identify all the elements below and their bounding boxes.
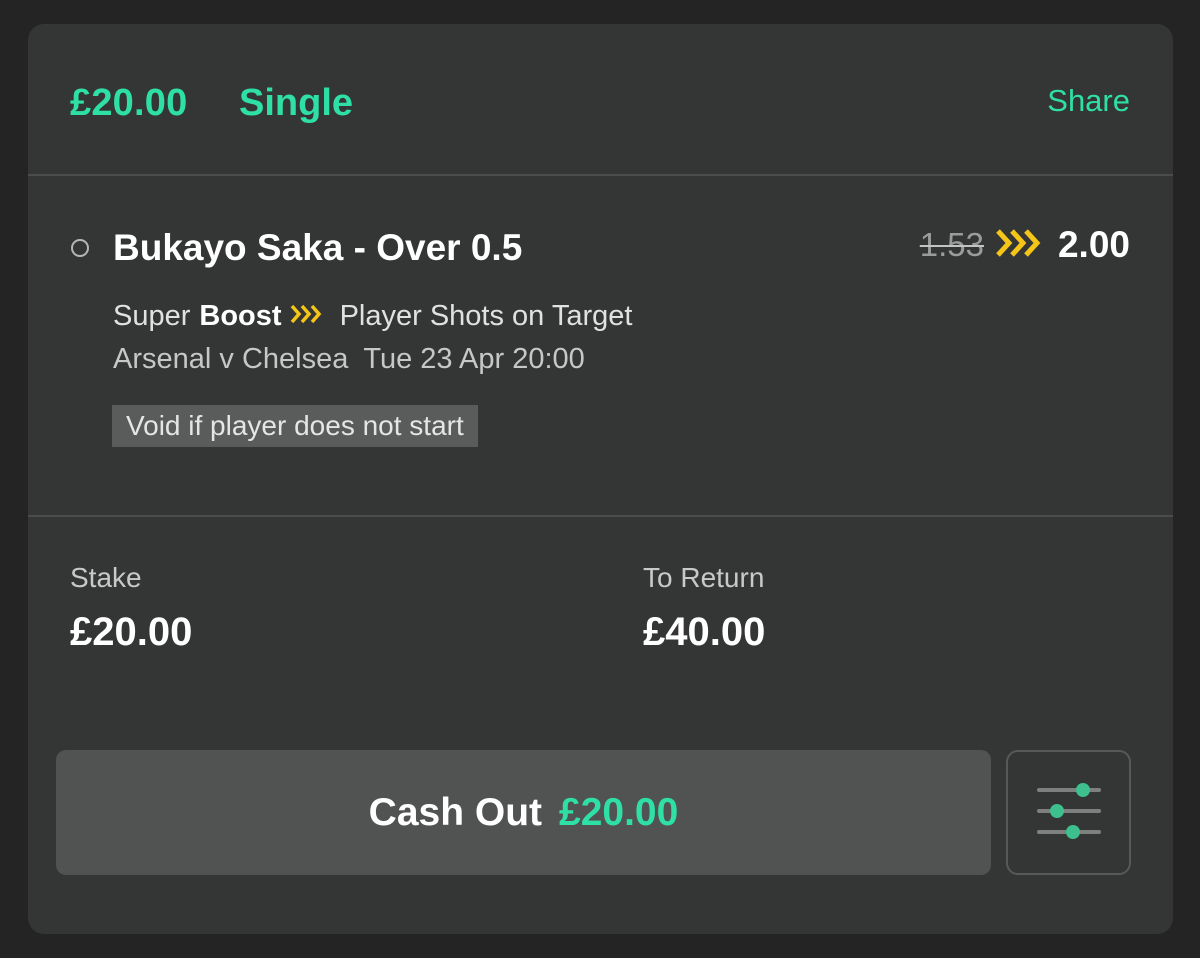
- cash-out-label: Cash Out: [368, 790, 543, 834]
- event-line: Arsenal v Chelsea Tue 23 Apr 20:00: [113, 343, 585, 376]
- selection-divider: [28, 515, 1173, 517]
- bet-card: £20.00 Single Share Bukayo Saka - Over 0…: [28, 24, 1173, 934]
- boost-label: Boost: [199, 300, 282, 332]
- boost-arrows-icon: [996, 228, 1042, 263]
- share-link[interactable]: Share: [1047, 83, 1130, 119]
- old-odds: 1.53: [919, 226, 984, 263]
- market-name: Player Shots on Target: [339, 300, 633, 332]
- sliders-icon: [1036, 780, 1101, 845]
- market-line: Super Boost Player Shots on Target: [113, 300, 632, 333]
- cash-out-button[interactable]: Cash Out £20.00: [56, 750, 991, 875]
- new-odds: 2.00: [1057, 224, 1130, 265]
- selection-circle-icon: [71, 239, 89, 257]
- cash-out-settings-button[interactable]: [1006, 750, 1131, 875]
- return-label: To Return: [643, 562, 765, 593]
- bet-header: £20.00 Single Share: [28, 24, 1173, 176]
- selection-name: Bukayo Saka - Over 0.5: [113, 227, 523, 268]
- void-note-badge: Void if player does not start: [112, 405, 478, 447]
- stake-value: £20.00: [70, 610, 193, 654]
- odds: 1.53 2.00: [920, 224, 1130, 266]
- boost-arrows-icon: [290, 300, 324, 333]
- stake-label: Stake: [70, 562, 142, 593]
- cash-out-amount: £20.00: [559, 790, 679, 834]
- header-divider: [28, 174, 1173, 176]
- event-name: Arsenal v Chelsea: [113, 343, 349, 375]
- event-datetime: Tue 23 Apr 20:00: [363, 343, 585, 375]
- boost-prefix: Super: [113, 300, 191, 332]
- bet-type: Single: [239, 82, 354, 124]
- bet-amount: £20.00: [70, 82, 188, 124]
- return-value: £40.00: [643, 610, 766, 654]
